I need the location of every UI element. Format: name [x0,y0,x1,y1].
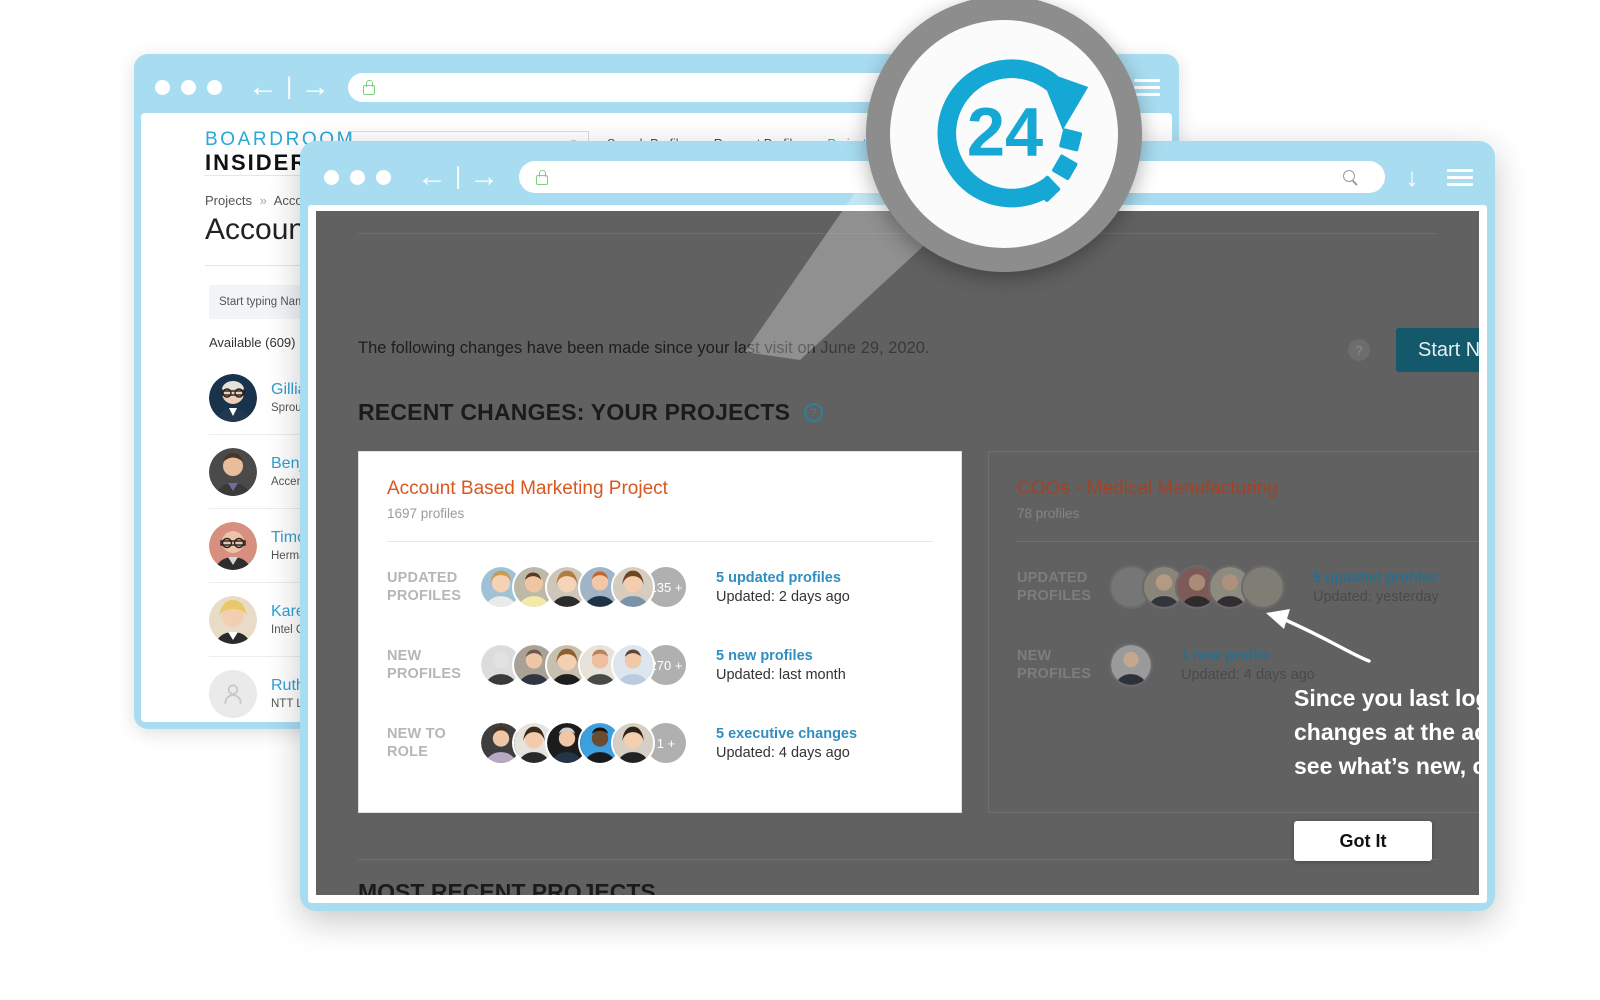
available-count-label: Available (609) [209,335,296,350]
row-link[interactable]: 5 updated profiles [1313,570,1439,586]
project-card-abm[interactable]: Account Based Marketing Project 1697 pro… [358,451,962,813]
row-info: 5 new profiles Updated: last month [716,648,846,683]
card-divider [1017,541,1479,542]
most-recent-projects-heading: MOST RECENT PROJECTS [358,879,656,903]
help-circle-icon[interactable]: ? [804,403,824,422]
card-divider [387,541,933,542]
recent-changes-heading: RECENT CHANGES: YOUR PROJECTS ? [358,399,824,426]
hamburger-icon[interactable] [1447,168,1473,186]
avatar-stack[interactable] [1109,643,1153,687]
project-card-title[interactable]: COOs - Medical Manufacturing [1017,478,1479,500]
breadcrumb-separator: » [259,193,267,208]
search-icon[interactable] [1343,170,1355,182]
recent-changes-heading-text: RECENT CHANGES: YOUR PROJECTS [358,399,791,425]
avatar [209,447,257,496]
window-dot-3[interactable] [376,169,391,185]
tooltip-pointer-arrow [1266,609,1371,663]
row-link[interactable]: 5 updated profiles [716,570,850,586]
card-row-new-profiles: NEW PROFILES 270 + 5 new profiles Update… [387,626,933,704]
last-visit-prefix: The following changes have been made sin… [358,339,821,357]
row-info: 5 updated profiles Updated: yesterday [1313,570,1439,605]
breadcrumb-root[interactable]: Projects [205,193,252,208]
window-dot-1[interactable] [155,79,170,95]
avatar-placeholder-icon [209,669,257,718]
got-it-button[interactable]: Got It [1294,821,1432,861]
hamburger-icon[interactable] [1134,78,1160,96]
avatar [209,521,257,570]
badge-number: 24 [967,94,1043,171]
download-icon[interactable]: ↓ [1395,162,1429,193]
avatar-stack[interactable]: 270 + [479,643,688,687]
window-dot-2[interactable] [350,169,365,185]
most-recent-divider [358,859,1437,860]
avatar [611,721,655,765]
row-info: 5 updated profiles Updated: 2 days ago [716,570,850,605]
forward-arrow-icon[interactable]: → [296,72,334,102]
avatar [1109,643,1153,687]
row-label: UPDATED PROFILES [1017,569,1092,604]
row-label: NEW TO ROLE [387,725,446,760]
avatar [611,565,655,609]
row-label: NEW PROFILES [387,647,462,682]
card-row-updated-profiles: UPDATED PROFILES 135 + 5 updated profile… [387,548,933,626]
avatar [611,643,655,687]
row-meta: Updated: 4 days ago [716,744,850,761]
row-meta: Updated: 2 days ago [716,588,850,605]
project-card-subtitle: 1697 profiles [387,506,465,521]
badge-inner-circle: 24 [890,20,1118,248]
last-visit-date: June 29, 2020. [820,339,930,357]
back-arrow-icon[interactable]: ← [413,162,451,192]
avatar-stack[interactable]: 135 + [479,565,688,609]
avatar-stack[interactable]: 1 + [479,721,688,765]
row-info: 5 executive changes Updated: 4 days ago [716,726,857,761]
forward-arrow-icon[interactable]: → [465,162,503,192]
back-arrow-icon[interactable]: ← [244,72,282,102]
card-row-new-to-role: NEW TO ROLE 1 + 5 executive changes Upda… [387,704,933,782]
row-label: UPDATED PROFILES [387,569,462,604]
screenshot-stage: ← | → BOARDROOM INSIDERS Quick Search Se… [0,0,1600,1000]
window-traffic-lights[interactable] [324,169,391,185]
help-badge-icon[interactable]: ? [1348,339,1370,361]
lock-icon [362,80,376,95]
onboarding-tooltip-text: Since you last logged in, there have bee… [1294,685,1487,780]
row-link[interactable]: 5 new profiles [716,648,846,664]
card-row-updated-profiles: UPDATED PROFILES 5 updated profiles Upda… [1017,548,1479,626]
avatar [209,373,257,422]
chrome-divider: | [286,73,293,100]
window-traffic-lights[interactable] [155,79,222,95]
window-dot-1[interactable] [324,169,339,185]
row-label: NEW PROFILES [1017,647,1092,682]
project-card-subtitle: 78 profiles [1017,506,1080,521]
start-new-button[interactable]: Start Ne [1396,328,1479,372]
window-dot-2[interactable] [181,79,196,95]
circular-arrow-24-icon: 24 [937,59,1089,208]
chrome-divider: | [455,163,462,190]
avatar [209,595,257,644]
lock-icon [535,170,549,185]
badge-24-hours: 24 [866,0,1142,272]
row-link[interactable]: 5 executive changes [716,726,857,742]
top-divider [358,233,1437,234]
front-page-content: The following changes have been made sin… [308,205,1487,903]
project-card-title[interactable]: Account Based Marketing Project [387,478,933,500]
row-meta: Updated: last month [716,666,846,683]
front-browser-window: ← | → ↓ The following changes have been … [300,141,1495,911]
avatar-stack[interactable] [1109,565,1285,609]
window-dot-3[interactable] [207,79,222,95]
last-visit-message: The following changes have been made sin… [358,339,929,358]
